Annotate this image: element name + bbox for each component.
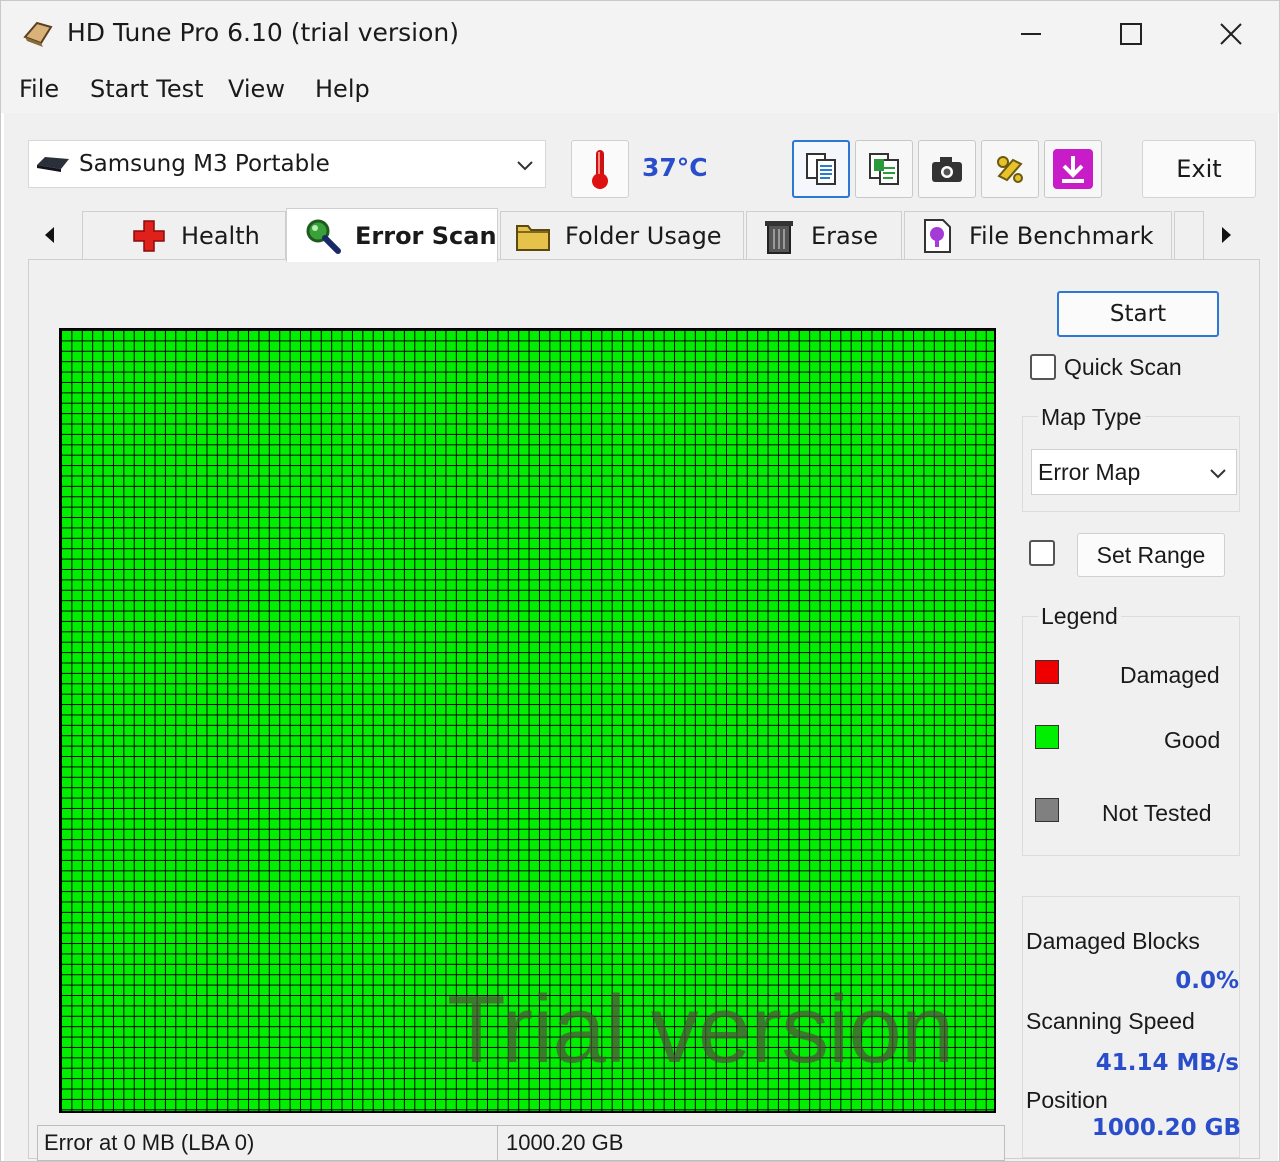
copy-info-icon — [869, 153, 899, 185]
tab-folder-usage[interactable]: Folder Usage — [500, 211, 744, 259]
close-button[interactable] — [1181, 1, 1279, 67]
menu-file[interactable]: File — [17, 75, 61, 103]
folder-icon — [513, 216, 553, 256]
exit-button[interactable]: Exit — [1142, 140, 1256, 198]
status-error-location: Error at 0 MB (LBA 0) — [38, 1126, 498, 1160]
minimize-button[interactable] — [981, 1, 1081, 67]
menu-start-test[interactable]: Start Test — [88, 75, 206, 103]
menu-view[interactable]: View — [226, 75, 287, 103]
damaged-blocks-label: Damaged Blocks — [1026, 928, 1200, 954]
temperature-button[interactable] — [571, 140, 629, 198]
app-window: HD Tune Pro 6.10 (trial version) File St… — [0, 0, 1280, 1162]
magnifier-icon — [303, 216, 343, 256]
tab-file-benchmark[interactable]: File Benchmark — [904, 211, 1172, 259]
set-range-checkbox[interactable] — [1029, 540, 1055, 566]
copy-text-button[interactable] — [792, 140, 850, 198]
drive-name: Samsung M3 Portable — [79, 151, 330, 177]
start-button[interactable]: Start — [1057, 291, 1219, 337]
tab-health-label: Health — [181, 221, 260, 250]
chevron-down-icon — [1210, 469, 1226, 479]
map-type-select[interactable]: Error Map — [1031, 449, 1237, 495]
thermometer-icon — [592, 150, 608, 189]
maximize-icon — [1120, 23, 1142, 45]
temperature-value: 37°C — [642, 153, 708, 182]
legend-good-label: Good — [1164, 727, 1221, 753]
camera-icon — [932, 157, 962, 182]
tab-file-benchmark-label: File Benchmark — [969, 221, 1154, 250]
close-icon — [1220, 23, 1242, 45]
tab-erase[interactable]: Erase — [746, 211, 902, 259]
legend-not-tested-label: Not Tested — [1102, 800, 1212, 826]
trial-watermark: Trial version — [447, 976, 954, 1083]
menu-help[interactable]: Help — [313, 75, 372, 103]
tab-error-scan-label: Error Scan — [355, 221, 497, 250]
error-map-grid: Trial version — [59, 328, 996, 1113]
caret-left-icon — [45, 227, 54, 243]
status-capacity: 1000.20 GB — [506, 1130, 624, 1155]
legend-title: Legend — [1038, 603, 1121, 630]
tab-error-scan[interactable]: Error Scan — [286, 208, 498, 262]
copy-text-icon — [806, 153, 836, 185]
legend-not-tested-swatch — [1035, 798, 1059, 822]
legend-damaged-swatch — [1035, 660, 1059, 684]
error-scan-panel: Trial version Error at 0 MB (LBA 0) 1000… — [28, 259, 1260, 1161]
trash-icon — [759, 216, 799, 256]
screenshot-button[interactable] — [918, 140, 976, 198]
window-title: HD Tune Pro 6.10 (trial version) — [67, 18, 460, 47]
drive-icon — [37, 157, 69, 172]
maximize-button[interactable] — [1081, 1, 1181, 67]
tab-scroll-left-button[interactable] — [34, 213, 64, 257]
tab-erase-label: Erase — [811, 221, 879, 250]
map-type-title: Map Type — [1038, 404, 1145, 431]
chevron-down-icon — [517, 161, 533, 171]
file-benchmark-icon — [917, 216, 957, 256]
legend-damaged-label: Damaged — [1120, 662, 1220, 688]
minimize-icon — [1021, 33, 1041, 35]
quick-scan-checkbox[interactable] — [1030, 354, 1056, 380]
tab-scroll-right-button[interactable] — [1212, 213, 1242, 257]
position-value: 1000.20 GB — [1091, 1115, 1241, 1141]
save-download-button[interactable] — [1044, 140, 1102, 198]
damaged-blocks-value: 0.0% — [1175, 968, 1239, 994]
position-label: Position — [1026, 1087, 1108, 1113]
tab-health[interactable]: Health — [82, 211, 286, 259]
title-bar: HD Tune Pro 6.10 (trial version) — [1, 1, 1279, 69]
main-client-area: Samsung M3 Portable 37°C Exit Health Err… — [4, 113, 1278, 1161]
options-icon — [997, 156, 1023, 183]
download-icon — [1053, 149, 1093, 189]
caret-right-icon — [1222, 227, 1231, 243]
app-logo-icon — [23, 21, 53, 47]
menu-bar: File Start Test View Help — [1, 69, 1279, 113]
set-range-button[interactable]: Set Range — [1077, 533, 1225, 577]
tab-folder-usage-label: Folder Usage — [565, 221, 722, 250]
copy-info-button[interactable] — [855, 140, 913, 198]
map-type-value: Error Map — [1038, 459, 1141, 485]
scanning-speed-label: Scanning Speed — [1026, 1008, 1195, 1034]
options-button[interactable] — [981, 140, 1039, 198]
quick-scan-label[interactable]: Quick Scan — [1064, 354, 1182, 381]
tab-next-partial[interactable] — [1174, 211, 1204, 259]
status-bar: Error at 0 MB (LBA 0) 1000.20 GB — [37, 1125, 1005, 1161]
drive-selector[interactable]: Samsung M3 Portable — [28, 140, 546, 188]
scanning-speed-value: 41.14 MB/s — [1095, 1050, 1239, 1076]
health-cross-icon — [129, 216, 169, 256]
legend-good-swatch — [1035, 725, 1059, 749]
